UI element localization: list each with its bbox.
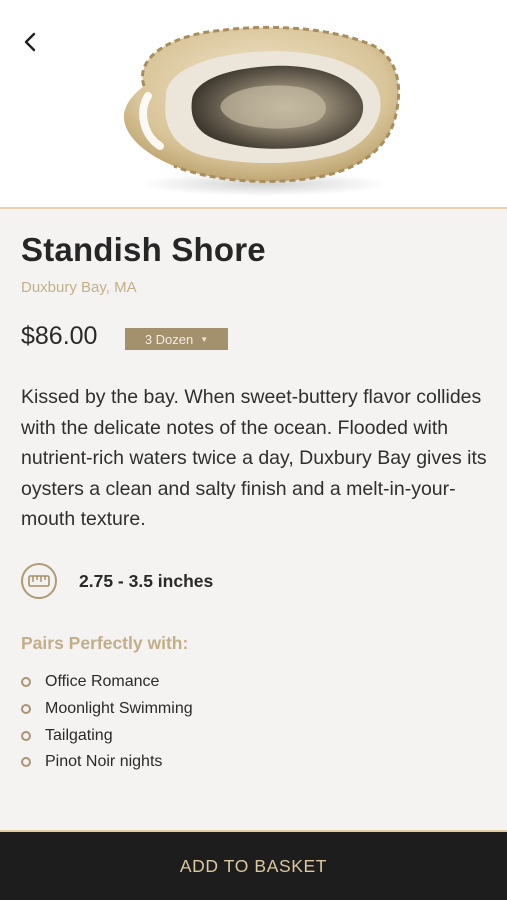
bullet-icon <box>21 677 31 688</box>
list-item: Pinot Noir nights <box>21 749 193 776</box>
caret-down-icon: ▼ <box>200 334 209 344</box>
ruler-icon <box>21 563 57 599</box>
quantity-select[interactable]: 3 Dozen ▼ <box>125 328 228 350</box>
hero-image-area <box>0 0 507 207</box>
pairing-label: Office Romance <box>45 673 160 691</box>
quantity-select-value: 3 Dozen <box>144 331 194 347</box>
list-item: Tailgating <box>21 722 193 749</box>
pairs-list: Office Romance Moonlight Swimming Tailga… <box>21 669 193 776</box>
product-description: Kissed by the bay. When sweet-buttery fl… <box>21 386 487 530</box>
add-to-basket-button[interactable]: ADD TO BASKET <box>0 832 507 900</box>
size-range: 2.75 - 3.5 inches <box>79 570 214 591</box>
product-price: $86.00 <box>21 322 98 350</box>
hero-divider <box>0 207 507 209</box>
back-button[interactable] <box>14 26 46 58</box>
chevron-left-icon <box>24 32 36 52</box>
oyster-image <box>123 25 401 196</box>
bullet-icon <box>21 757 31 768</box>
bullet-icon <box>21 730 31 741</box>
list-item: Office Romance <box>21 669 193 696</box>
pairs-heading: Pairs Perfectly with: <box>21 633 189 653</box>
pairing-label: Tailgating <box>45 726 113 744</box>
product-location: Duxbury Bay, MA <box>21 279 137 296</box>
pairing-label: Pinot Noir nights <box>45 753 163 771</box>
size-info: 2.75 - 3.5 inches <box>21 561 213 601</box>
product-title: Standish Shore <box>21 231 266 268</box>
pairing-label: Moonlight Swimming <box>45 700 193 718</box>
bullet-icon <box>21 704 31 715</box>
list-item: Moonlight Swimming <box>21 696 193 723</box>
